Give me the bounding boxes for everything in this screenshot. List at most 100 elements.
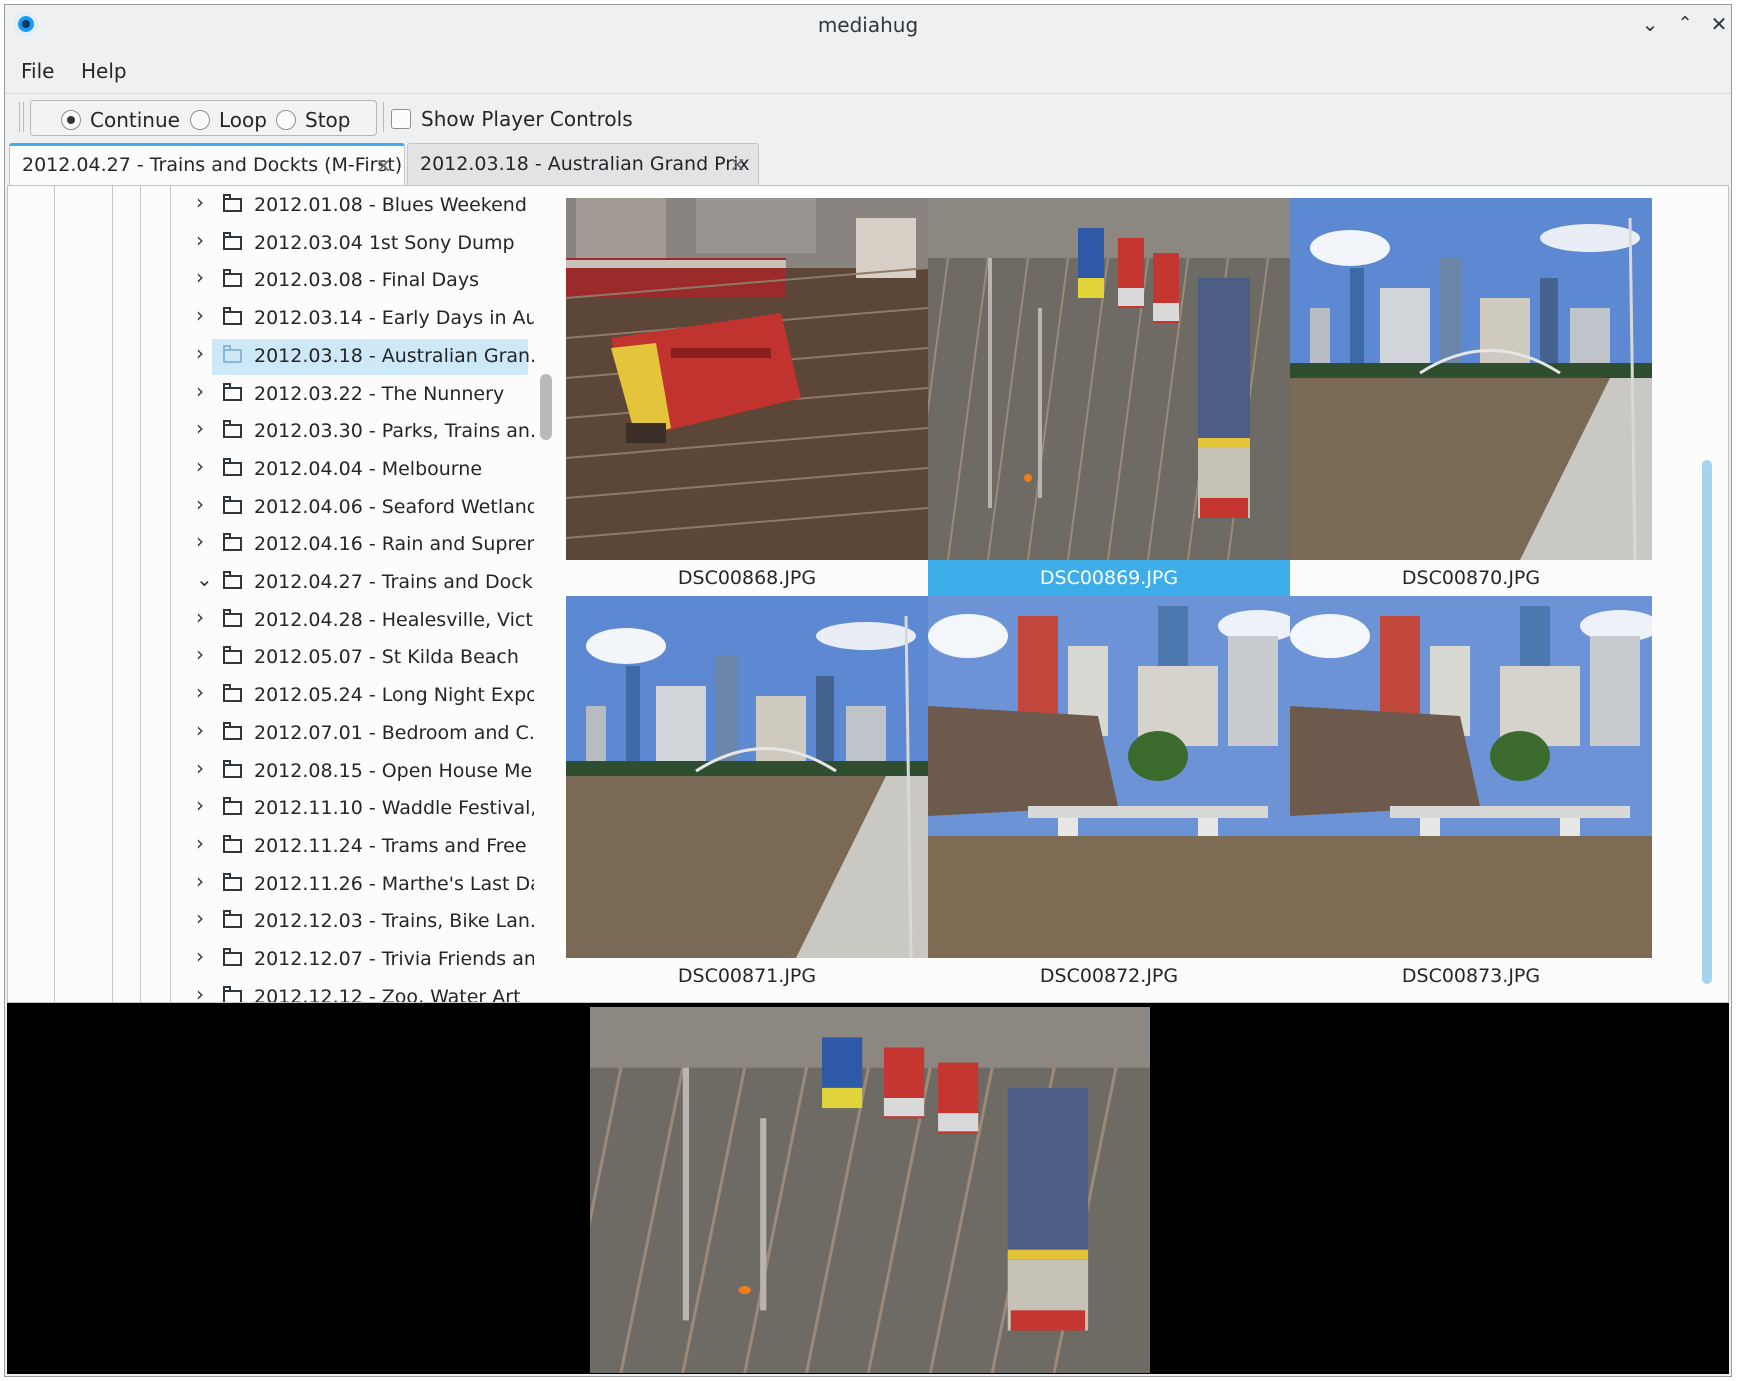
thumbnail-item[interactable]: DSC00873.JPG xyxy=(1290,596,1652,994)
tree-item[interactable]: › 2012.03.14 - Early Days in Au... xyxy=(8,301,534,337)
tree-item-label: 2012.04.27 - Trains and Dock... xyxy=(254,571,534,593)
close-icon[interactable]: ✕ xyxy=(1704,9,1731,39)
tree-item[interactable]: › 2012.12.07 - Trivia Friends an... xyxy=(8,942,534,978)
media-player[interactable] xyxy=(7,1003,1729,1374)
title-bar[interactable]: mediahug ⌄ ⌃ ✕ xyxy=(5,5,1731,45)
folder-icon xyxy=(223,495,242,514)
folder-icon xyxy=(223,797,242,816)
tree-item-label: 2012.04.16 - Rain and Supren... xyxy=(254,533,534,556)
tree-item[interactable]: › 2012.03.18 - Australian Gran... xyxy=(8,338,534,375)
tab-trains-and-docks[interactable]: 2012.04.27 - Trains and Dockts (M-First)… xyxy=(9,143,405,185)
chevron-right-icon[interactable]: › xyxy=(196,793,210,817)
tree-item-label: 2012.04.06 - Seaford Wetlands xyxy=(254,495,534,518)
menu-help[interactable]: Help xyxy=(81,59,127,83)
chevron-right-icon[interactable]: › xyxy=(196,379,210,403)
tree-item[interactable]: › 2012.04.06 - Seaford Wetlands xyxy=(8,490,534,526)
tab-close-icon[interactable]: × xyxy=(729,144,746,184)
show-player-controls-checkbox[interactable]: Show Player Controls xyxy=(391,107,633,131)
thumbnail-image[interactable] xyxy=(928,198,1290,560)
radio-continue-indicator[interactable] xyxy=(61,110,81,130)
folder-icon xyxy=(223,910,242,929)
chevron-right-icon[interactable]: › xyxy=(196,718,210,742)
folder-icon xyxy=(223,608,242,627)
tree-item[interactable]: › 2012.07.01 - Bedroom and C... xyxy=(8,716,534,752)
chevron-down-icon[interactable]: ⌄ xyxy=(196,567,213,591)
radio-loop[interactable]: Loop xyxy=(190,108,267,132)
tab-australian-grand-prix[interactable]: 2012.03.18 - Australian Grand Prix × xyxy=(407,143,759,185)
thumbnail-filename: DSC00873.JPG xyxy=(1401,965,1541,987)
chevron-right-icon[interactable]: › xyxy=(196,529,210,553)
thumbnail-image[interactable] xyxy=(566,596,928,958)
chevron-right-icon[interactable]: › xyxy=(196,982,210,1002)
minimize-icon[interactable]: ⌄ xyxy=(1635,9,1665,39)
radio-stop-label: Stop xyxy=(305,108,351,132)
chevron-right-icon[interactable]: › xyxy=(196,341,210,365)
tree-item[interactable]: › 2012.01.08 - Blues Weekend xyxy=(8,188,533,224)
tree-item[interactable]: › 2012.11.26 - Marthe's Last Day xyxy=(8,867,534,903)
chevron-right-icon[interactable]: › xyxy=(196,756,210,780)
tree-item[interactable]: › 2012.05.24 - Long Night Expo... xyxy=(8,678,534,714)
thumbnail-filename: DSC00868.JPG xyxy=(677,567,817,589)
tree-item[interactable]: › 2012.04.16 - Rain and Supren... xyxy=(8,527,534,563)
tree-item-label: 2012.03.30 - Parks, Trains an... xyxy=(254,420,534,443)
tree-item[interactable]: › 2012.03.22 - The Nunnery xyxy=(8,377,533,413)
folder-icon xyxy=(223,684,242,703)
grid-scrollbar-thumb[interactable] xyxy=(1702,460,1712,984)
chevron-right-icon[interactable]: › xyxy=(196,642,210,666)
playback-mode-group: Continue Loop Stop xyxy=(30,100,377,136)
tree-item-label: 2012.04.04 - Melbourne xyxy=(254,457,483,480)
chevron-right-icon[interactable]: › xyxy=(196,454,210,478)
tree-item[interactable]: › 2012.05.07 - St Kilda Beach xyxy=(8,640,533,676)
tree-item-label: 2012.08.15 - Open House Me... xyxy=(254,759,534,782)
toolbar-grip[interactable] xyxy=(19,102,24,132)
thumbnail-item[interactable]: DSC00872.JPG xyxy=(928,596,1290,994)
tree-item[interactable]: › 2012.04.04 - Melbourne xyxy=(8,452,533,488)
tree-item-label: 2012.12.07 - Trivia Friends an... xyxy=(254,948,534,970)
maximize-icon[interactable]: ⌃ xyxy=(1670,9,1700,39)
chevron-right-icon[interactable]: › xyxy=(196,303,210,327)
tree-scrollbar-thumb[interactable] xyxy=(540,374,552,440)
thumbnail-item[interactable]: DSC00869.JPG xyxy=(928,198,1290,596)
radio-loop-indicator[interactable] xyxy=(190,110,210,130)
chevron-right-icon[interactable]: › xyxy=(196,605,210,629)
radio-stop[interactable]: Stop xyxy=(276,108,350,132)
folder-tree[interactable]: › 2012.01.08 - Blues Weekend › 2012.03.04 1… xyxy=(8,186,534,1002)
chevron-right-icon[interactable]: › xyxy=(196,944,210,968)
chevron-right-icon[interactable]: › xyxy=(196,680,210,704)
tree-item[interactable]: › 2012.08.15 - Open House Me... xyxy=(8,754,534,790)
chevron-right-icon[interactable]: › xyxy=(196,492,210,516)
chevron-right-icon[interactable]: › xyxy=(196,228,210,252)
tab-close-icon[interactable]: × xyxy=(375,146,392,184)
tree-item-label: 2012.03.08 - Final Days xyxy=(254,269,479,292)
tree-item[interactable]: › 2012.03.30 - Parks, Trains an... xyxy=(8,414,534,450)
chevron-right-icon[interactable]: › xyxy=(196,906,210,930)
tree-item[interactable]: ⌄ 2012.04.27 - Trains and Dock... xyxy=(8,565,534,601)
thumbnail-image[interactable] xyxy=(928,596,1290,958)
main-window: mediahug ⌄ ⌃ ✕ File Help Continue Loop S… xyxy=(4,4,1732,1377)
radio-continue[interactable]: Continue xyxy=(61,108,180,132)
thumbnail-image[interactable] xyxy=(566,198,928,560)
thumbnail-image[interactable] xyxy=(1290,198,1652,560)
tree-item[interactable]: › 2012.12.03 - Trains, Bike Lan... xyxy=(8,904,534,940)
thumbnail-item[interactable]: DSC00871.JPG xyxy=(566,596,928,994)
tree-item[interactable]: › 2012.12.12 - Zoo, Water Art xyxy=(8,980,533,1002)
radio-stop-indicator[interactable] xyxy=(276,110,296,130)
show-player-controls-label: Show Player Controls xyxy=(421,107,633,131)
tree-item[interactable]: › 2012.03.04 1st Sony Dump xyxy=(8,226,533,262)
tree-item-label: 2012.03.22 - The Nunnery xyxy=(254,382,505,405)
tree-item[interactable]: › 2012.11.24 - Trams and Free ... xyxy=(8,829,534,865)
chevron-right-icon[interactable]: › xyxy=(196,190,210,214)
chevron-right-icon[interactable]: › xyxy=(196,831,210,855)
tree-item[interactable]: › 2012.11.10 - Waddle Festival,... xyxy=(8,791,534,827)
thumbnail-item[interactable]: DSC00868.JPG xyxy=(566,198,928,596)
thumbnail-image[interactable] xyxy=(1290,596,1652,958)
chevron-right-icon[interactable]: › xyxy=(196,416,210,440)
tree-item[interactable]: › 2012.03.08 - Final Days xyxy=(8,263,533,299)
menu-file[interactable]: File xyxy=(21,59,54,83)
chevron-right-icon[interactable]: › xyxy=(196,869,210,893)
thumbnail-item[interactable]: DSC00870.JPG xyxy=(1290,198,1652,596)
radio-loop-label: Loop xyxy=(219,108,267,132)
chevron-right-icon[interactable]: › xyxy=(196,265,210,289)
tree-item[interactable]: › 2012.04.28 - Healesville, Vict... xyxy=(8,603,534,639)
checkbox-box[interactable] xyxy=(391,109,411,129)
